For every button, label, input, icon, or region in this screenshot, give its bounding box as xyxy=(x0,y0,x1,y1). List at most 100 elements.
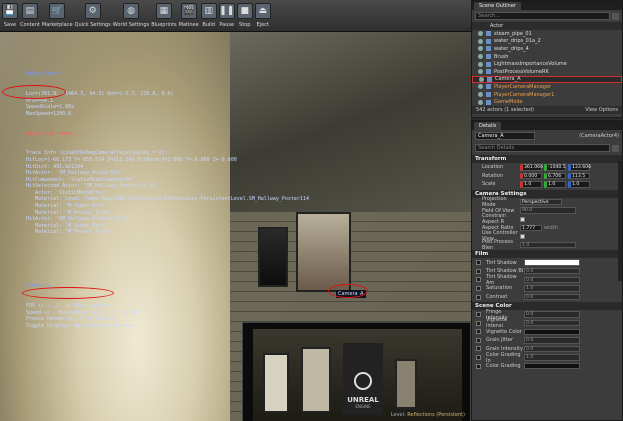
color-swatch[interactable] xyxy=(524,259,580,266)
level-label: Level: xyxy=(390,412,406,418)
visibility-eye-icon[interactable] xyxy=(478,61,483,67)
override-checkbox[interactable] xyxy=(476,329,481,335)
matinee-button[interactable]: 🎬 Matinee xyxy=(179,0,199,32)
property-value[interactable]: 0.0 xyxy=(524,345,580,353)
section-film[interactable]: Film xyxy=(472,250,622,259)
rotation-x[interactable]: 0.000 xyxy=(520,172,542,180)
outliner-row[interactable]: PlayerCameraManager1 xyxy=(472,91,622,99)
outliner-row[interactable]: LightmassImportanceVolume xyxy=(472,60,622,68)
override-checkbox[interactable] xyxy=(476,346,481,352)
visibility-eye-icon[interactable] xyxy=(478,69,483,75)
override-checkbox[interactable] xyxy=(476,355,481,361)
tab-scene-outliner[interactable]: Scene Outliner xyxy=(474,2,521,10)
highlight-ring-freeze xyxy=(22,287,114,299)
color-swatch[interactable] xyxy=(524,362,580,370)
visibility-eye-icon[interactable] xyxy=(478,38,483,44)
visibility-eye-icon[interactable] xyxy=(478,84,483,90)
fov-slider[interactable]: 90.0 xyxy=(520,207,576,214)
property-row: Vignette Intensi 0.0 xyxy=(472,317,622,329)
details-search-input[interactable]: Search Details xyxy=(475,144,610,152)
world-settings-button[interactable]: ◍ World Settings xyxy=(113,0,149,32)
actor-name-field[interactable]: Camera_A xyxy=(475,132,535,140)
override-checkbox[interactable] xyxy=(476,277,481,283)
marketplace-icon: 🛒 xyxy=(49,3,66,19)
scale-z[interactable]: 1.0 xyxy=(568,181,590,188)
location-label: Location xyxy=(482,164,504,171)
view-options-button[interactable]: View Options xyxy=(585,106,618,114)
visibility-eye-icon[interactable] xyxy=(479,76,484,82)
outliner-row-label: GameMode xyxy=(494,99,523,106)
section-transform[interactable]: Transform xyxy=(472,155,622,163)
outliner-row[interactable]: GameMode xyxy=(472,98,622,106)
location-x[interactable]: 361.066 xyxy=(520,164,543,171)
aspect-field[interactable]: 1.777 xyxy=(520,224,542,232)
quick-settings-button[interactable]: ⚙ Quick Settings xyxy=(75,0,111,32)
property-value[interactable]: 0.0 xyxy=(524,276,580,284)
controller-checkbox[interactable] xyxy=(520,233,525,239)
outliner-row[interactable]: Brush xyxy=(472,53,622,61)
location-z[interactable]: 133.606 xyxy=(568,164,591,171)
outliner-row[interactable]: PlayerCameraManager xyxy=(472,83,622,91)
property-value[interactable]: 1.0 xyxy=(524,285,580,292)
outliner-row[interactable]: Camera_A xyxy=(472,75,622,84)
toolbar-label: Eject xyxy=(256,22,269,28)
constrain-checkbox[interactable] xyxy=(520,216,525,222)
projection-label: Projection Mode xyxy=(482,196,507,209)
property-value[interactable]: 0.0 xyxy=(524,267,580,275)
location-row: Location 361.066 -1040.5 133.606 xyxy=(472,163,622,172)
visibility-eye-icon[interactable] xyxy=(478,99,483,105)
pp-slider[interactable]: 1.0 xyxy=(520,241,576,249)
rotation-z[interactable]: 113.5 xyxy=(568,172,590,180)
projection-dropdown[interactable]: Perspective xyxy=(520,198,562,206)
marketplace-button[interactable]: 🛒 Marketplace xyxy=(42,0,73,32)
details-scrollbar[interactable] xyxy=(618,161,622,281)
outliner-row[interactable]: PostProcessVolumeRK xyxy=(472,68,622,76)
location-y[interactable]: -1040.5 xyxy=(544,164,566,171)
color-swatch[interactable] xyxy=(524,328,580,336)
outliner-search-input[interactable]: Search... xyxy=(475,12,610,20)
property-value[interactable]: 0.0 xyxy=(524,319,580,327)
property-value[interactable]: 1.0 xyxy=(524,354,580,361)
property-value[interactable]: 0.0 xyxy=(524,293,580,301)
search-icon[interactable] xyxy=(612,12,619,20)
outliner-row[interactable]: water_drips_01a_2 xyxy=(472,38,622,46)
property-value[interactable]: 0.0 xyxy=(524,311,580,318)
stop-button[interactable]: ■ Stop xyxy=(236,0,253,32)
override-checkbox[interactable] xyxy=(476,320,481,326)
actor-count: 542 actors (1 selected) xyxy=(476,106,534,113)
rotation-y[interactable]: 6.706 xyxy=(544,172,566,180)
tab-details[interactable]: Details xyxy=(474,122,502,130)
content-button[interactable]: ▤ Content xyxy=(20,0,40,32)
pause-button[interactable]: ❚❚ Pause xyxy=(218,0,235,32)
blueprints-button[interactable]: ▦ Blueprints xyxy=(151,0,177,32)
override-checkbox[interactable] xyxy=(476,337,481,343)
visibility-eye-icon[interactable] xyxy=(478,92,483,98)
eject-button[interactable]: ⏏ Eject xyxy=(254,0,271,32)
toolbar-label: Build xyxy=(202,22,215,28)
level-viewport[interactable]: Debug Camera Loc=(391.8, -1464.3, 94.3) … xyxy=(0,32,471,421)
override-checkbox[interactable] xyxy=(476,294,481,300)
scale-y[interactable]: 1.0 xyxy=(544,181,566,188)
outliner-row[interactable]: water_drips_4 xyxy=(472,45,622,53)
visibility-eye-icon[interactable] xyxy=(478,54,483,60)
override-checkbox[interactable] xyxy=(476,312,481,318)
trace-info-line: HitSelected Actor: 'SM_Hallway_Poster114… xyxy=(26,183,159,190)
visibility-eye-icon[interactable] xyxy=(478,46,483,52)
override-checkbox[interactable] xyxy=(476,268,481,274)
level-value: Reflections (Persistent) xyxy=(407,412,465,418)
pause-icon: ❚❚ xyxy=(218,3,235,19)
visibility-eye-icon[interactable] xyxy=(478,31,483,37)
override-checkbox[interactable] xyxy=(476,363,481,369)
scale-x[interactable]: 1.0 xyxy=(520,181,542,188)
build-button[interactable]: ▥ Build xyxy=(200,0,217,32)
details-search-row: Search Details xyxy=(472,142,622,154)
override-checkbox[interactable] xyxy=(476,260,481,266)
property-value[interactable]: 0.0 xyxy=(524,337,580,344)
save-button[interactable]: 💾 Save xyxy=(2,0,18,32)
outliner-row-label: PostProcessVolumeRK xyxy=(494,68,549,75)
outliner-column-actor[interactable]: Actor xyxy=(472,22,622,30)
outliner-row[interactable]: steam_pipe_01 xyxy=(472,30,622,38)
eye-icon[interactable] xyxy=(612,144,619,152)
override-checkbox[interactable] xyxy=(476,285,481,291)
details-name-row: Camera_A (CameraActor4) xyxy=(472,130,622,142)
